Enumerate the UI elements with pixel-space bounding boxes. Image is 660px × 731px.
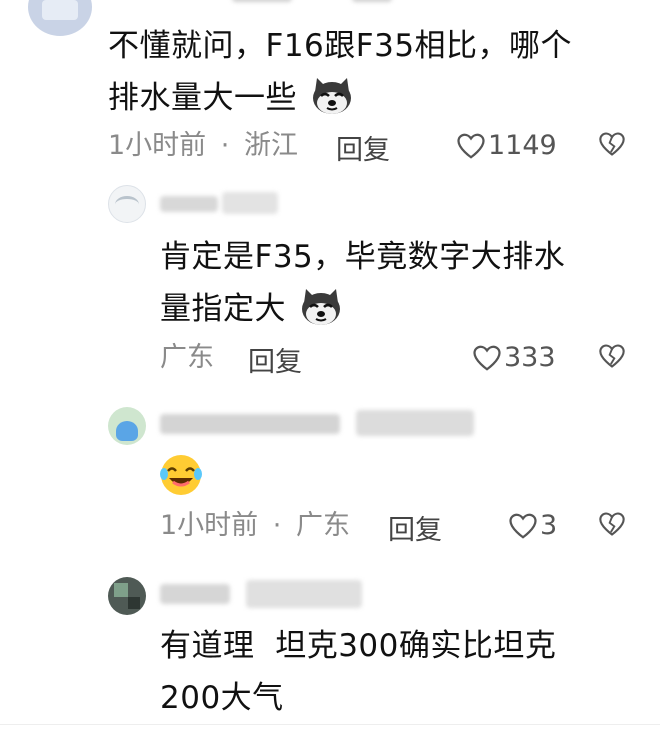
like-count: 333 — [504, 342, 556, 373]
comment-text-line: 量指定大 — [160, 283, 565, 335]
like-count: 3 — [540, 510, 558, 541]
comment-text-line: 不懂就问，F16跟F35相比，哪个 — [108, 28, 573, 64]
username-blurred — [246, 580, 362, 608]
comment-location: 广东 — [295, 510, 350, 541]
meta-separator: · — [220, 130, 230, 161]
reply-button[interactable]: 回复 — [336, 128, 390, 167]
heart-outline-icon — [456, 132, 486, 160]
dislike-button[interactable] — [598, 510, 626, 538]
comment-meta: 1小时前 · 广东 — [160, 508, 350, 544]
dislike-button[interactable] — [598, 130, 626, 158]
like-button[interactable]: 1149 — [456, 130, 557, 161]
comment-text-line: 肯定是F35，毕竟数字大排水 — [160, 239, 566, 275]
reply-button[interactable]: 回复 — [248, 340, 302, 379]
comment-location: 浙江 — [243, 130, 298, 161]
heart-broken-icon — [598, 342, 626, 370]
comment-meta: 广东 — [160, 340, 214, 376]
doge-emoji-icon — [298, 287, 344, 327]
username-blurred — [160, 414, 340, 434]
heart-outline-icon — [508, 512, 538, 540]
heart-broken-icon — [598, 130, 626, 158]
divider — [0, 724, 660, 725]
avatar[interactable] — [108, 185, 146, 223]
comment-text: 肯定是F35，毕竟数字大排水 量指定大 — [160, 231, 565, 335]
username-blurred — [160, 196, 218, 212]
comment-text-line: 有道理 坦克300确实比坦克 — [160, 628, 557, 664]
like-button[interactable]: 333 — [472, 342, 556, 373]
username-blurred — [160, 584, 230, 604]
username-blurred — [232, 0, 292, 2]
doge-emoji-icon — [309, 76, 355, 116]
meta-separator: · — [272, 510, 282, 541]
username-blurred — [356, 410, 474, 436]
heart-outline-icon — [472, 344, 502, 372]
comment-text-line: 200大气 — [160, 680, 284, 716]
username-blurred — [352, 0, 392, 2]
comment-time: 1小时前 — [160, 510, 259, 541]
avatar[interactable] — [108, 407, 146, 445]
comment-text: 有道理 坦克300确实比坦克 200大气 — [160, 620, 556, 724]
comment-time: 1小时前 — [108, 130, 207, 161]
comment-location: 广东 — [160, 342, 214, 373]
heart-broken-icon — [598, 510, 626, 538]
username-blurred — [222, 192, 278, 214]
dislike-button[interactable] — [598, 342, 626, 370]
avatar[interactable] — [108, 577, 146, 615]
avatar[interactable] — [28, 0, 92, 36]
laughing-crying-emoji-icon — [158, 452, 204, 498]
like-count: 1149 — [488, 130, 557, 161]
like-button[interactable]: 3 — [508, 510, 557, 541]
reply-button[interactable]: 回复 — [388, 508, 442, 547]
comment-text: 不懂就问，F16跟F35相比，哪个 排水量大一些 — [108, 20, 572, 124]
comment-meta: 1小时前 · 浙江 — [108, 128, 298, 164]
comment-text-line: 排水量大一些 — [108, 72, 572, 124]
